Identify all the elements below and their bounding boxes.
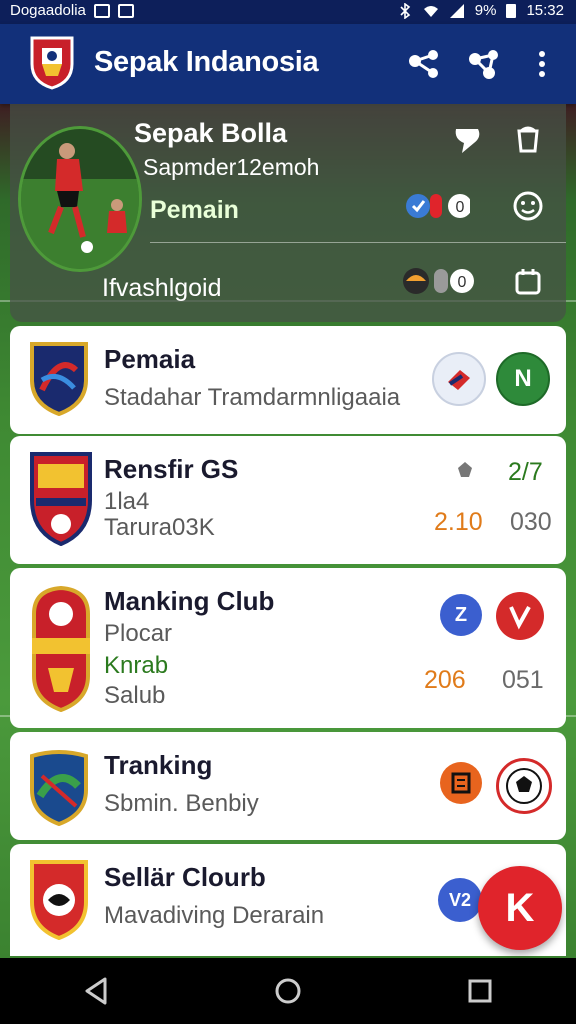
back-icon[interactable]: [66, 961, 126, 1021]
calendar-icon[interactable]: [510, 264, 546, 300]
hero-title: Sepak Bolla: [134, 118, 288, 148]
club-crest-icon: [30, 860, 88, 940]
clock: 15:32: [526, 2, 564, 19]
hero-footer-text: Ifvashlgoid: [102, 274, 222, 302]
share-network-icon[interactable]: [464, 44, 504, 84]
team-badge-icon[interactable]: V2: [438, 878, 482, 922]
list-item[interactable]: Manking Club Plocar Knrab Salub Z 206 05…: [10, 568, 566, 728]
notification-icon: [93, 3, 110, 18]
divider: [150, 242, 566, 243]
app-title: Sepak Indanosia: [94, 46, 319, 78]
ball-icon: [450, 456, 480, 486]
system-navigation-bar: [0, 958, 576, 1024]
team-badge-label: Z: [454, 603, 468, 626]
svg-text:0: 0: [456, 199, 465, 216]
item-subtitle: Stadahar Tramdarmnligaaia: [104, 384, 401, 411]
item-title: Pemaia: [104, 344, 196, 374]
list-item[interactable]: Tranking Sbmin. Benbiy: [10, 732, 566, 840]
item-stat: 2.10: [434, 508, 483, 536]
item-line: 1la4: [104, 488, 150, 515]
item-subtitle: Mavadiving Derarain: [104, 902, 325, 929]
rating-icons: 0: [400, 264, 476, 298]
club-badge-icon[interactable]: [496, 592, 544, 640]
comment-icon[interactable]: [450, 122, 486, 158]
club-crest-icon: [30, 750, 88, 826]
wifi-icon: [423, 5, 438, 17]
list-item[interactable]: Rensfir GS 1la4 Tarura03K 2/7 2.10 030: [10, 436, 566, 564]
hero-subtitle: Sapmder12emoh: [143, 154, 320, 180]
more-options-icon[interactable]: [524, 44, 560, 84]
club-crest-icon: [30, 342, 88, 416]
club-crest-icon: [32, 585, 90, 712]
ball-badge-icon[interactable]: [496, 758, 552, 814]
floating-action-button[interactable]: K: [478, 866, 562, 950]
team-badge-icon[interactable]: [432, 352, 486, 406]
player-photo: [18, 126, 142, 272]
league-badge-label: N: [514, 365, 532, 392]
smile-icon[interactable]: [510, 188, 546, 224]
toggle-status-icon[interactable]: 0: [404, 190, 470, 222]
item-line: Knrab: [104, 652, 169, 679]
item-stat: 051: [502, 666, 544, 694]
team-badge-icon[interactable]: [440, 762, 482, 804]
team-badge-label: V2: [448, 889, 472, 910]
battery-percent: 9%: [474, 2, 497, 19]
list-item[interactable]: Pemaia Stadahar Tramdarmnligaaia N: [10, 326, 566, 434]
status-bar: Dogaadolia 9% 15:32: [0, 0, 576, 24]
item-stat: 2/7: [508, 458, 543, 486]
league-badge-icon[interactable]: N: [496, 352, 550, 406]
item-title: Sellär Clourb: [104, 862, 266, 892]
item-line: Tarura03K: [104, 514, 215, 542]
item-stat: 206: [424, 666, 466, 694]
item-title: Tranking: [104, 750, 213, 780]
item-line: Salub: [104, 682, 166, 709]
carrier-label: Dogaadolia: [10, 2, 86, 19]
app-bar: Sepak Indanosia: [0, 24, 576, 104]
club-crest-icon: [30, 452, 92, 546]
home-icon[interactable]: [258, 961, 318, 1021]
item-subtitle: Sbmin. Benbiy: [104, 790, 259, 817]
battery-icon: [506, 3, 517, 18]
club-logo-icon[interactable]: [28, 34, 76, 90]
hero-role: Pemain: [150, 196, 239, 224]
recents-icon[interactable]: [450, 961, 510, 1021]
item-line-suffix: 03K: [172, 514, 215, 541]
notification-icon: [117, 3, 134, 18]
item-title: Manking Club: [104, 586, 275, 616]
item-title: Rensfir GS: [104, 454, 239, 484]
svg-text:0: 0: [458, 274, 467, 291]
item-line-text: Tarura: [104, 514, 173, 541]
item-stat: 030: [510, 508, 552, 536]
cup-icon[interactable]: [510, 122, 546, 158]
team-badge-icon[interactable]: Z: [440, 594, 482, 636]
share-icon[interactable]: [404, 44, 444, 84]
signal-icon: [449, 3, 464, 18]
featured-player-card[interactable]: Sepak Bolla Sapmder12emoh Pemain Ifvashl…: [10, 104, 566, 322]
bluetooth-icon: [400, 2, 410, 19]
fab-label: K: [505, 885, 535, 930]
item-line: Plocar: [104, 620, 173, 647]
